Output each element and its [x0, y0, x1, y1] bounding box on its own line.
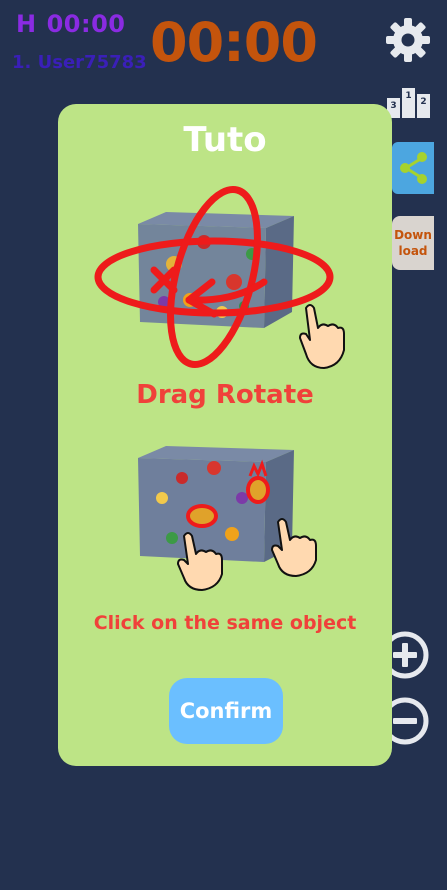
player-rank: 1. User75783 [12, 52, 147, 73]
podium-icon[interactable]: 3 1 2 [386, 86, 432, 118]
podium-rank-3: 3 [390, 101, 396, 111]
click-object-illustration [138, 446, 317, 591]
tutorial-panel: Tuto Drag Rotate Click on the same objec… [58, 104, 392, 766]
confirm-button[interactable]: Confirm [169, 678, 283, 744]
drag-rotate-caption: Drag Rotate [136, 380, 314, 410]
game-timer: 00:00 [150, 11, 318, 74]
tutorial-title: Tuto [183, 120, 267, 160]
gear-icon[interactable] [384, 16, 432, 64]
best-time: H 00:00 [16, 10, 136, 38]
drag-rotate-illustration [94, 186, 345, 369]
podium-rank-1: 1 [405, 91, 411, 101]
share-icon [400, 152, 427, 184]
best-label: H [16, 10, 37, 38]
share-button[interactable] [392, 142, 434, 194]
click-object-caption: Click on the same object [93, 612, 357, 634]
download-button[interactable]: Down load [392, 216, 434, 270]
podium-rank-2: 2 [420, 97, 426, 107]
best-time-value: 00:00 [46, 10, 126, 38]
